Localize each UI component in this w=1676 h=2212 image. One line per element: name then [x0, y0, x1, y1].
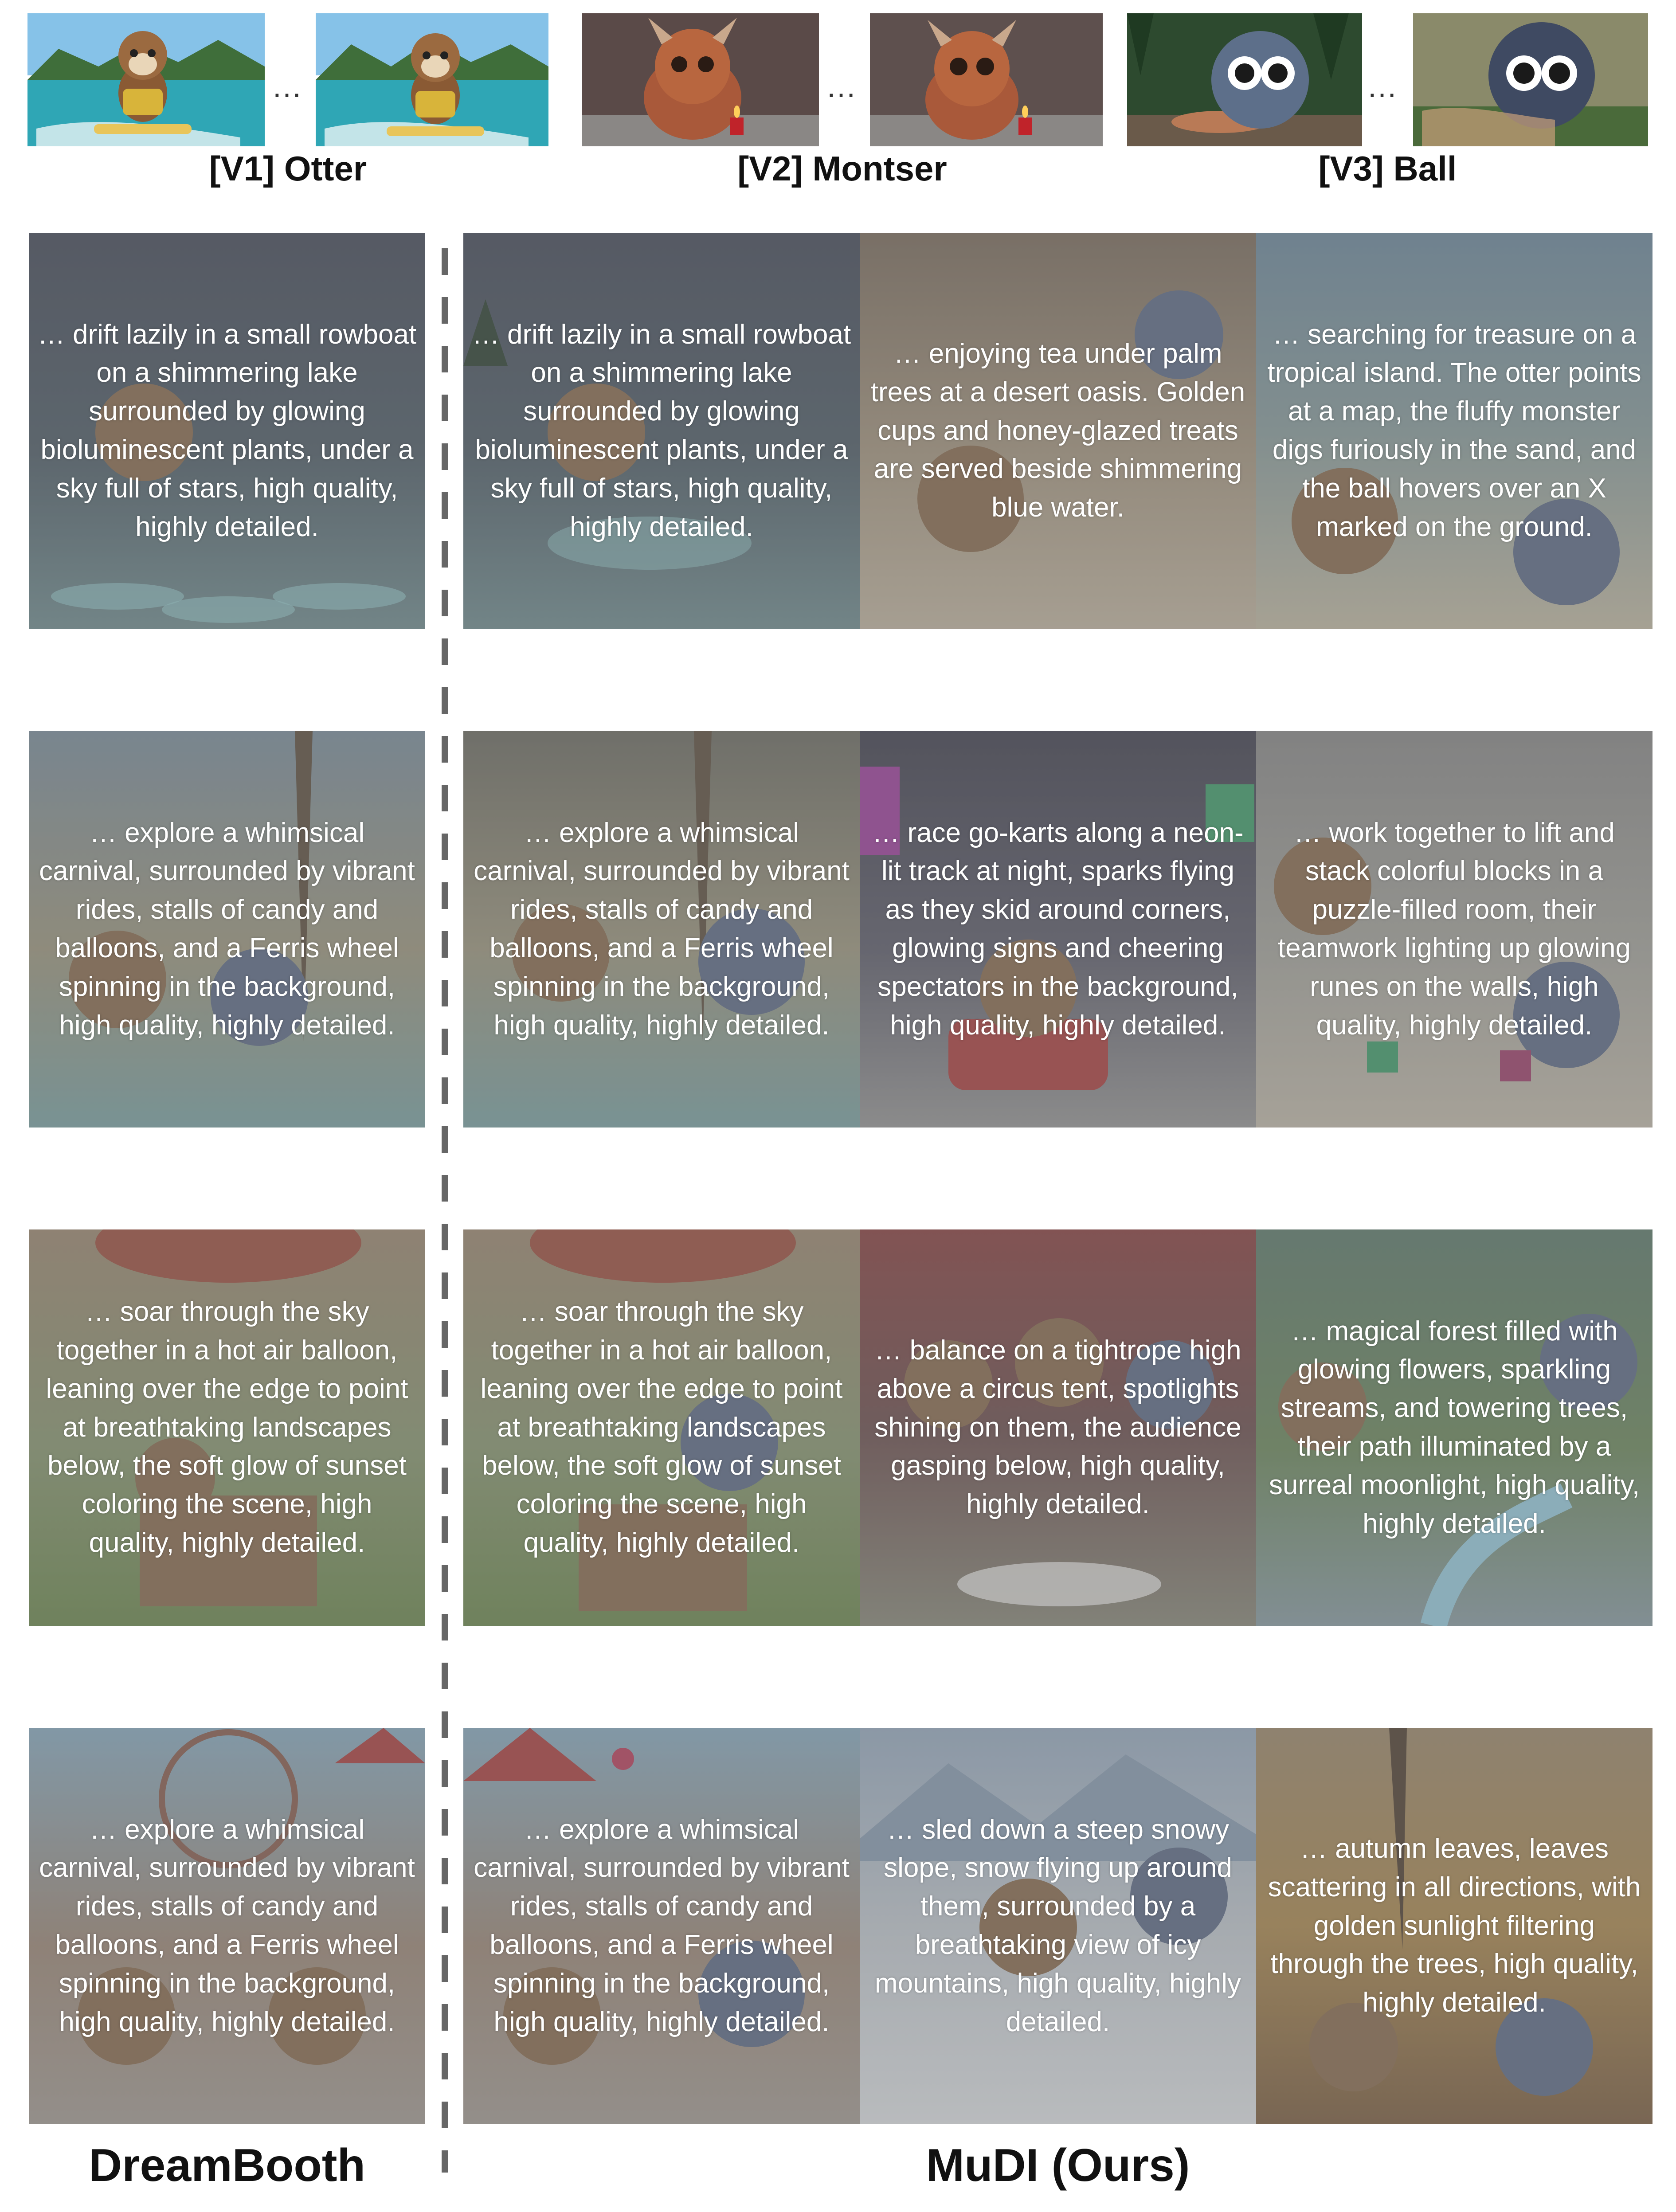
prompt-caption: … sled down a steep snowy slope, snow fl… — [874, 1814, 1241, 2037]
reference-otter-image-2 — [316, 13, 548, 146]
prompt-caption: … explore a whimsical carnival, surround… — [474, 1814, 850, 2037]
prompt-caption: … explore a whimsical carnival, surround… — [39, 817, 415, 1041]
image-tile: … balance on a tightrope high above a ci… — [860, 1229, 1256, 1626]
image-tile: … sled down a steep snowy slope, snow fl… — [860, 1728, 1256, 2124]
image-tile: … explore a whimsical carnival, surround… — [29, 1728, 425, 2124]
reference-monster-image-1 — [582, 13, 819, 146]
image-tile: … drift lazily in a small rowboat on a s… — [29, 233, 425, 629]
ellipsis: … — [271, 69, 302, 104]
prompt-caption: … drift lazily in a small rowboat on a s… — [37, 319, 417, 542]
prompt-caption: … soar through the sky together in a hot… — [46, 1296, 408, 1558]
reference-label-ball: [V3] Ball — [1318, 149, 1457, 188]
image-tile: … searching for treasure on a tropical i… — [1256, 233, 1653, 629]
image-tile: … magical forest filled with glowing flo… — [1256, 1229, 1653, 1626]
reference-ball-image-1 — [1127, 13, 1362, 146]
prompt-caption: … magical forest filled with glowing flo… — [1269, 1315, 1640, 1539]
image-tile: … race go-karts along a neon-lit track a… — [860, 731, 1256, 1128]
prompt-caption: … autumn leaves, leaves scattering in al… — [1268, 1833, 1641, 2018]
prompt-caption: … soar through the sky together in a hot… — [480, 1296, 843, 1558]
reference-label-monster: [V2] Montser — [737, 149, 947, 188]
reference-ball-image-2 — [1413, 13, 1648, 146]
method-separator — [442, 248, 448, 2173]
image-tile: … drift lazily in a small rowboat on a s… — [463, 233, 860, 629]
reference-otter-image-1 — [27, 13, 265, 146]
prompt-caption: … searching for treasure on a tropical i… — [1267, 319, 1641, 542]
method-label-dreambooth: DreamBooth — [88, 2140, 366, 2191]
reference-monster-image-2 — [870, 13, 1103, 146]
image-tile: … soar through the sky together in a hot… — [29, 1229, 425, 1626]
image-tile: … soar through the sky together in a hot… — [463, 1229, 860, 1626]
prompt-caption: … race go-karts along a neon-lit track a… — [872, 817, 1244, 1041]
prompt-caption: … work together to lift and stack colorf… — [1277, 817, 1631, 1041]
image-tile: … explore a whimsical carnival, surround… — [29, 731, 425, 1128]
image-tile: … explore a whimsical carnival, surround… — [463, 731, 860, 1128]
prompt-caption: … explore a whimsical carnival, surround… — [474, 817, 850, 1041]
prompt-caption: … balance on a tightrope high above a ci… — [874, 1335, 1241, 1520]
prompt-caption: … enjoying tea under palm trees at a des… — [870, 338, 1245, 523]
prompt-caption: … explore a whimsical carnival, surround… — [39, 1814, 415, 2037]
method-label-mudi: MuDI (Ours) — [926, 2140, 1190, 2191]
image-tile: … explore a whimsical carnival, surround… — [463, 1728, 860, 2124]
prompt-caption: … drift lazily in a small rowboat on a s… — [472, 319, 851, 542]
image-tile: … work together to lift and stack colorf… — [1256, 731, 1653, 1128]
image-tile: … autumn leaves, leaves scattering in al… — [1256, 1728, 1653, 2124]
reference-label-otter: [V1] Otter — [209, 149, 367, 188]
ellipsis: … — [826, 69, 857, 104]
ellipsis: … — [1367, 69, 1398, 104]
image-tile: … enjoying tea under palm trees at a des… — [860, 233, 1256, 629]
